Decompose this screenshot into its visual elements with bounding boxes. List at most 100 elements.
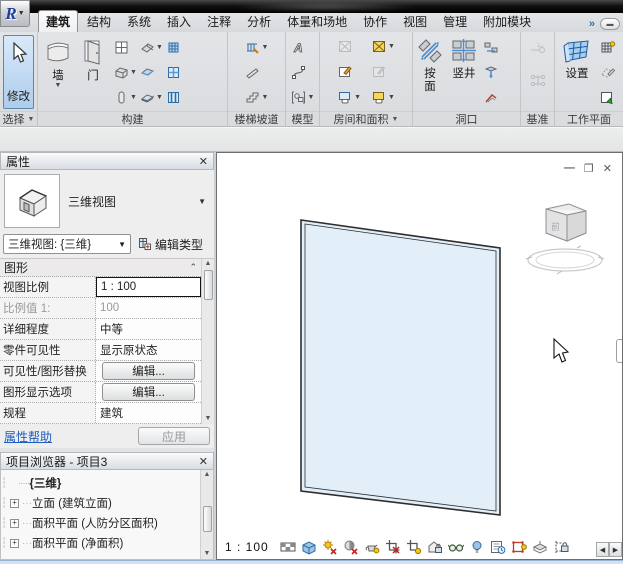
shaft-button[interactable]: 竖井: [447, 35, 481, 83]
mullion-button[interactable]: [166, 90, 181, 105]
apply-button[interactable]: 应用: [138, 427, 210, 445]
column-button[interactable]: ▼: [114, 90, 137, 105]
viewcube[interactable]: 前: [526, 204, 604, 274]
project-browser-header[interactable]: 项目浏览器 - 项目3 ✕: [0, 452, 214, 470]
temporary-view-properties-icon[interactable]: [490, 538, 507, 555]
tab-overflow-icon[interactable]: »: [589, 18, 595, 30]
properties-scrollbar[interactable]: ▲ ▼: [201, 259, 214, 424]
component-button[interactable]: ▼: [114, 65, 137, 80]
property-value[interactable]: 建筑: [96, 403, 201, 423]
displacement-sets-icon[interactable]: [532, 538, 549, 555]
tag-area-button[interactable]: ▼: [371, 90, 395, 105]
minimize-ribbon-button[interactable]: ▬: [600, 18, 620, 30]
ref-plane-button[interactable]: [599, 65, 616, 80]
ribbon-tab[interactable]: 视图: [396, 11, 434, 32]
edit-button[interactable]: 编辑...: [102, 383, 195, 401]
properties-help-link[interactable]: 属性帮助: [4, 428, 52, 445]
edit-type-button[interactable]: 编辑类型: [135, 235, 206, 254]
group-header-graphics[interactable]: 图形 ⌃: [0, 259, 201, 277]
wall-opening-button[interactable]: [483, 40, 499, 55]
stair-button[interactable]: ▼: [245, 90, 269, 105]
workplane-viewer-button[interactable]: [599, 90, 616, 105]
grid-button[interactable]: [529, 73, 547, 88]
ribbon-tab[interactable]: 分析: [240, 11, 278, 32]
shadows-icon[interactable]: [343, 538, 360, 555]
property-value[interactable]: 编辑...: [96, 382, 201, 402]
application-menu-button[interactable]: R ▼: [0, 0, 30, 27]
tree-item[interactable]: ┆+···面积平面 (净面积): [1, 533, 200, 553]
properties-header[interactable]: 属性 ✕: [0, 152, 214, 170]
panel-label-select[interactable]: 选择▼: [0, 111, 37, 126]
ribbon-tab[interactable]: 附加模块: [476, 11, 538, 32]
close-icon[interactable]: ✕: [199, 455, 208, 468]
rendering-dialog-icon[interactable]: [364, 538, 381, 555]
ceiling-button[interactable]: [140, 65, 163, 80]
property-row[interactable]: 视图比例1 : 100: [0, 277, 201, 298]
vertical-opening-button[interactable]: [483, 65, 499, 80]
sun-path-icon[interactable]: [322, 538, 339, 555]
set-workplane-button[interactable]: 设置: [557, 35, 597, 83]
area-button[interactable]: [337, 64, 361, 79]
panel-label-datum[interactable]: 基准: [521, 111, 554, 126]
property-row[interactable]: 可见性/图形替换编辑...: [0, 361, 201, 382]
panel-label-workplane[interactable]: 工作平面: [555, 111, 623, 126]
temporary-hide-isolate-icon[interactable]: [448, 538, 465, 555]
scrollbar-thumb[interactable]: [204, 270, 213, 300]
ribbon-tab[interactable]: 管理: [436, 11, 474, 32]
curtain-grid-button[interactable]: [166, 65, 181, 80]
property-value[interactable]: 中等: [96, 319, 201, 339]
dormer-button[interactable]: [483, 90, 499, 105]
chevron-down-icon[interactable]: ▼: [198, 197, 206, 206]
ribbon-tab[interactable]: 协作: [356, 11, 394, 32]
tree-item[interactable]: ┆ ·····{三维}: [1, 473, 200, 493]
expand-icon[interactable]: +: [10, 539, 19, 548]
view-scale-button[interactable]: 1 : 100: [225, 540, 269, 554]
ribbon-tab[interactable]: 建筑: [38, 10, 78, 32]
tree-item[interactable]: ┆+···面积平面 (人防分区面积): [1, 513, 200, 533]
expand-icon[interactable]: +: [10, 519, 19, 528]
property-value[interactable]: 显示原状态: [96, 340, 201, 360]
instance-selector-combo[interactable]: 三维视图: {三维} ▼: [3, 234, 131, 254]
curtain-system-button[interactable]: [166, 40, 181, 55]
ribbon-tab[interactable]: 插入: [160, 11, 198, 32]
ribbon-tab[interactable]: 注释: [200, 11, 238, 32]
locked-3d-view-icon[interactable]: [427, 538, 444, 555]
panel-label-stairs[interactable]: 楼梯坡道: [228, 111, 285, 126]
canvas-horizontal-scrollbar[interactable]: ◀ ▶: [596, 542, 622, 557]
wall-button[interactable]: 墙 ▼: [40, 35, 76, 91]
property-row[interactable]: 零件可见性显示原状态: [0, 340, 201, 361]
room-tag-button[interactable]: ▼: [371, 39, 395, 54]
model-line-button[interactable]: [291, 65, 315, 80]
browser-scrollbar[interactable]: ▲ ▼: [200, 470, 213, 559]
property-row[interactable]: 图形显示选项编辑...: [0, 382, 201, 403]
ramp-button[interactable]: [245, 65, 269, 80]
railing-button[interactable]: ▼: [245, 40, 269, 55]
collapse-chevron-icon[interactable]: ⌃: [189, 262, 197, 273]
model-group-button[interactable]: ▼: [291, 90, 315, 105]
panel-label-room-area[interactable]: 房间和面积▼: [320, 111, 412, 126]
visual-style-icon[interactable]: [301, 538, 318, 555]
door-button[interactable]: 门: [78, 35, 108, 85]
reveal-hidden-icon[interactable]: [469, 538, 486, 555]
property-value[interactable]: 编辑...: [96, 361, 201, 381]
3d-view[interactable]: 前: [217, 153, 622, 559]
model-text-button[interactable]: A: [291, 40, 315, 55]
type-selector[interactable]: 三维视图 ▼: [0, 170, 214, 232]
ribbon-tab[interactable]: 结构: [80, 11, 118, 32]
tag-room-button[interactable]: ▼: [337, 90, 361, 105]
ribbon-tab[interactable]: 体量和场地: [280, 11, 354, 32]
scroll-left-icon[interactable]: ◀: [596, 542, 609, 557]
modify-button[interactable]: 修改: [3, 35, 34, 109]
panel-label-opening[interactable]: 洞口: [413, 111, 520, 126]
scrollbar-thumb[interactable]: [203, 506, 212, 532]
tree-item[interactable]: ┆+···立面 (建筑立面): [1, 493, 200, 513]
property-row[interactable]: 规程建筑: [0, 403, 201, 424]
detail-level-icon[interactable]: [280, 538, 297, 555]
property-row[interactable]: 比例值 1:100: [0, 298, 201, 319]
ribbon-tab[interactable]: 系统: [120, 11, 158, 32]
window-button[interactable]: [114, 40, 137, 55]
analytical-model-icon[interactable]: [511, 538, 528, 555]
close-icon[interactable]: ✕: [199, 155, 208, 168]
crop-view-icon[interactable]: [385, 538, 402, 555]
property-value[interactable]: 100: [96, 298, 201, 318]
